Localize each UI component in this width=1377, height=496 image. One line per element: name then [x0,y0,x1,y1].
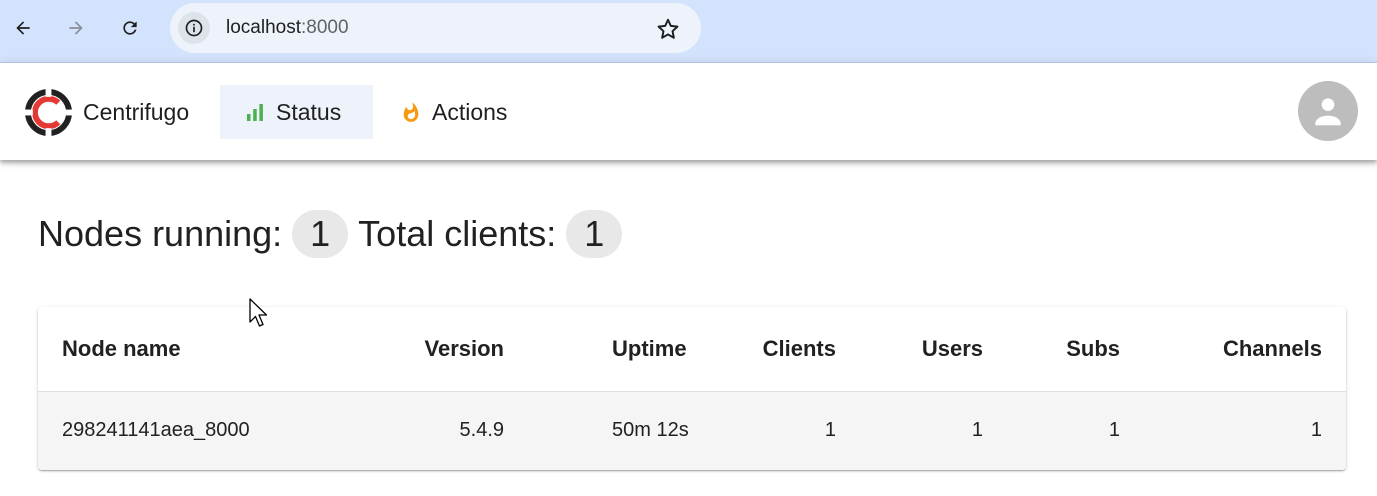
back-button[interactable] [7,12,39,44]
cell-clients: 1 [694,391,860,470]
mouse-pointer-icon [249,298,268,327]
tab-actions[interactable]: Actions [376,85,531,139]
nodes-running-count: 1 [292,210,349,258]
cluster-summary: Nodes running: 1 Total clients: 1 [38,210,632,258]
site-info-button[interactable] [178,12,210,44]
header-users: Users [860,307,1007,392]
header-version: Version [338,307,528,392]
nodes-table-card: Node name Version Uptime Clients Users S… [38,307,1346,470]
url-port: :8000 [301,17,349,38]
star-icon[interactable] [655,16,681,42]
address-bar[interactable]: localhost:8000 [170,3,701,53]
cell-version: 5.4.9 [338,391,528,470]
table-row[interactable]: 298241141aea_8000 5.4.9 50m 12s 1 1 1 1 [38,391,1346,470]
forward-button[interactable] [60,12,92,44]
url-host: localhost [226,17,301,38]
total-clients-count: 1 [566,210,623,258]
nodes-running-label: Nodes running: [38,213,283,254]
table-header-row: Node name Version Uptime Clients Users S… [38,307,1346,392]
arrow-right-icon [69,21,83,35]
tab-status[interactable]: Status [220,85,373,139]
browser-toolbar: localhost:8000 [0,0,1377,63]
cell-node-name: 298241141aea_8000 [38,391,338,470]
person-icon [1315,98,1341,126]
avatar[interactable] [1298,81,1358,141]
reload-button[interactable] [114,12,146,44]
header-uptime: Uptime [528,307,694,392]
cell-subs: 1 [1007,391,1144,470]
header-node-name: Node name [38,307,338,392]
header-subs: Subs [1007,307,1144,392]
fire-icon [403,102,419,122]
tab-actions-label: Actions [432,98,508,125]
bar-chart-icon [247,104,263,121]
total-clients-label: Total clients: [358,213,557,254]
header-channels: Channels [1144,307,1346,392]
arrow-left-icon [16,21,30,35]
url-text: localhost:8000 [226,18,349,38]
tab-status-label: Status [276,98,342,125]
header-clients: Clients [694,307,860,392]
brand-title[interactable]: Centrifugo [83,99,189,125]
reload-icon [123,21,137,35]
cell-users: 1 [860,391,1007,470]
info-icon [185,19,203,37]
cell-uptime: 50m 12s [528,391,694,470]
nodes-table: Node name Version Uptime Clients Users S… [38,307,1346,470]
centrifugo-logo-icon [25,89,72,136]
app-header: Centrifugo Status Actions [0,63,1377,160]
cell-channels: 1 [1144,391,1346,470]
